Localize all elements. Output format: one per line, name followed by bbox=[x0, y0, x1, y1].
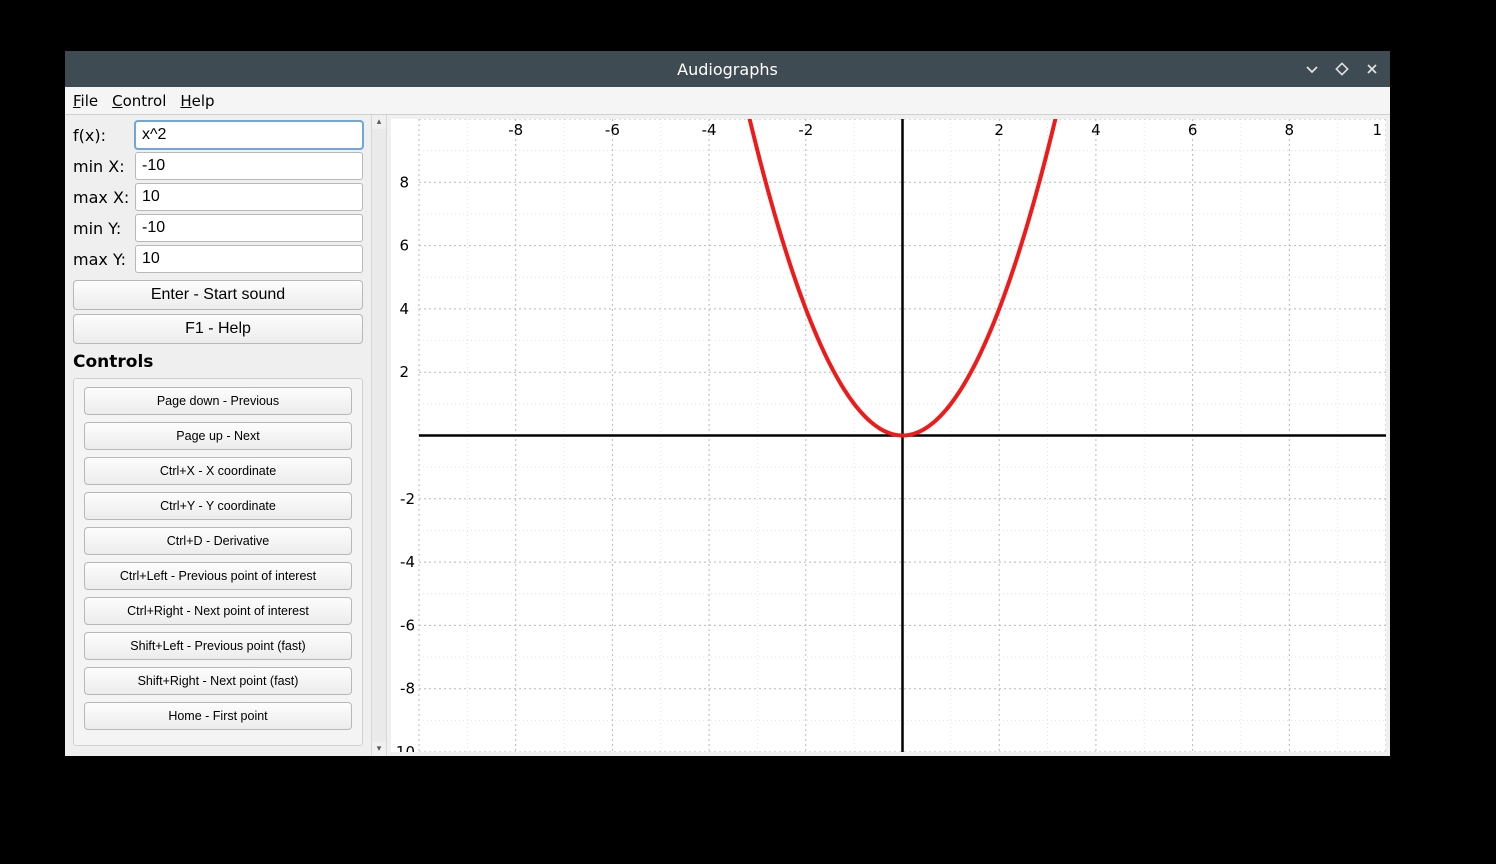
minimize-icon[interactable] bbox=[1302, 59, 1322, 79]
controls-box: Page down - Previous Page up - Next Ctrl… bbox=[73, 378, 363, 746]
sidebar: f(x): min X: max X: min Y: max Y: bbox=[65, 115, 371, 756]
plot-area: -8 -6 -4 -2 2 4 6 8 1 2 4 6 8 -2 -4 -6 -8 -10 bbox=[391, 119, 1386, 752]
window-title: Audiographs bbox=[677, 60, 778, 79]
ctrl-page-up[interactable]: Page up - Next bbox=[84, 422, 352, 450]
svg-text:8: 8 bbox=[399, 173, 409, 191]
svg-text:8: 8 bbox=[1285, 121, 1295, 139]
minx-row: min X: bbox=[73, 152, 363, 180]
svg-text:-4: -4 bbox=[702, 121, 717, 139]
svg-text:-8: -8 bbox=[508, 121, 523, 139]
menubar: File Control Help bbox=[65, 87, 1390, 115]
ctrl-x-coord[interactable]: Ctrl+X - X coordinate bbox=[84, 457, 352, 485]
maxy-row: max Y: bbox=[73, 245, 363, 273]
minx-label: min X: bbox=[73, 157, 131, 176]
minx-input[interactable] bbox=[135, 152, 363, 180]
svg-text:6: 6 bbox=[399, 237, 409, 255]
svg-text:2: 2 bbox=[399, 363, 409, 381]
svg-text:4: 4 bbox=[399, 300, 409, 318]
maxy-input[interactable] bbox=[135, 245, 363, 273]
miny-row: min Y: bbox=[73, 214, 363, 242]
app-window: Audiographs File Control Help f(x): bbox=[65, 51, 1390, 756]
sidebar-scrollbar[interactable]: ▴ ▾ bbox=[371, 115, 386, 756]
menu-help[interactable]: Help bbox=[180, 92, 214, 110]
svg-text:-2: -2 bbox=[798, 121, 813, 139]
ctrl-page-down[interactable]: Page down - Previous bbox=[84, 387, 352, 415]
ctrl-prev-fast[interactable]: Shift+Left - Previous point (fast) bbox=[84, 632, 352, 660]
ctrl-next-poi[interactable]: Ctrl+Right - Next point of interest bbox=[84, 597, 352, 625]
controls-header: Controls bbox=[73, 352, 363, 372]
fx-row: f(x): bbox=[73, 121, 363, 149]
window-actions bbox=[1302, 51, 1382, 87]
svg-text:-8: -8 bbox=[400, 680, 415, 698]
menu-file[interactable]: File bbox=[73, 92, 98, 110]
body: f(x): min X: max X: min Y: max Y: bbox=[65, 115, 1390, 756]
svg-text:-10: -10 bbox=[391, 743, 415, 752]
maxx-label: max X: bbox=[73, 188, 131, 207]
maxx-input[interactable] bbox=[135, 183, 363, 211]
svg-text:1: 1 bbox=[1372, 121, 1382, 139]
titlebar: Audiographs bbox=[65, 51, 1390, 87]
fx-label: f(x): bbox=[73, 126, 131, 145]
ctrl-home[interactable]: Home - First point bbox=[84, 702, 352, 730]
svg-text:-2: -2 bbox=[400, 490, 415, 508]
menu-control[interactable]: Control bbox=[112, 92, 166, 110]
maxx-row: max X: bbox=[73, 183, 363, 211]
maximize-icon[interactable] bbox=[1332, 59, 1352, 79]
ctrl-prev-poi[interactable]: Ctrl+Left - Previous point of interest bbox=[84, 562, 352, 590]
svg-text:2: 2 bbox=[994, 121, 1004, 139]
ctrl-derivative[interactable]: Ctrl+D - Derivative bbox=[84, 527, 352, 555]
close-icon[interactable] bbox=[1362, 59, 1382, 79]
miny-input[interactable] bbox=[135, 214, 363, 242]
ctrl-y-coord[interactable]: Ctrl+Y - Y coordinate bbox=[84, 492, 352, 520]
sidebar-wrap: f(x): min X: max X: min Y: max Y: bbox=[65, 115, 387, 756]
svg-text:-6: -6 bbox=[400, 616, 415, 634]
svg-text:-4: -4 bbox=[400, 553, 415, 571]
scroll-up-icon[interactable]: ▴ bbox=[372, 115, 386, 129]
svg-text:4: 4 bbox=[1091, 121, 1101, 139]
help-button[interactable]: F1 - Help bbox=[73, 314, 363, 344]
fx-input[interactable] bbox=[135, 121, 363, 149]
svg-text:-6: -6 bbox=[605, 121, 620, 139]
scroll-down-icon[interactable]: ▾ bbox=[372, 742, 386, 756]
miny-label: min Y: bbox=[73, 219, 131, 238]
start-sound-button[interactable]: Enter - Start sound bbox=[73, 280, 363, 310]
maxy-label: max Y: bbox=[73, 250, 131, 269]
svg-text:6: 6 bbox=[1188, 121, 1198, 139]
ctrl-next-fast[interactable]: Shift+Right - Next point (fast) bbox=[84, 667, 352, 695]
plot-svg: -8 -6 -4 -2 2 4 6 8 1 2 4 6 8 -2 -4 -6 -8 -10 bbox=[391, 119, 1386, 752]
